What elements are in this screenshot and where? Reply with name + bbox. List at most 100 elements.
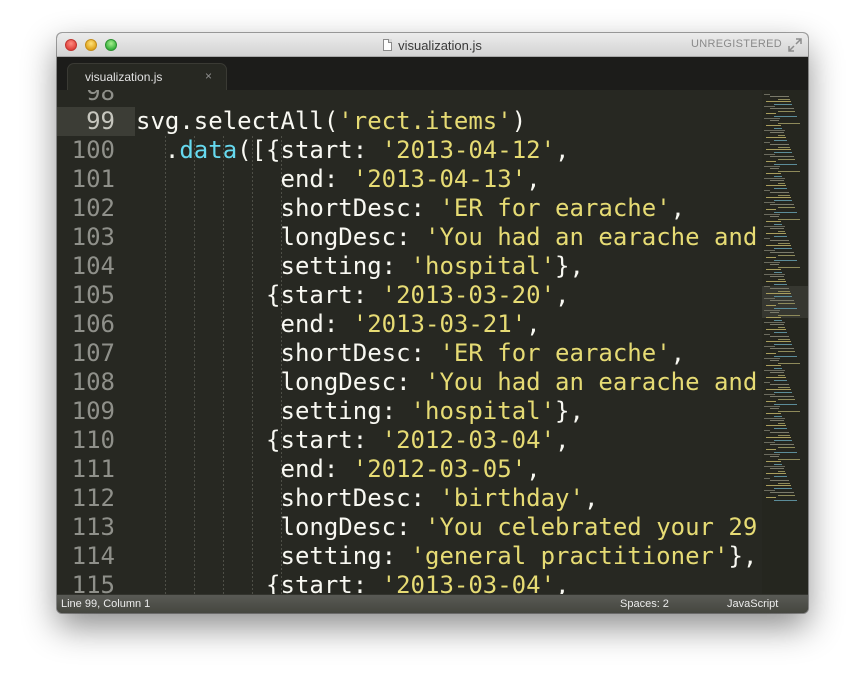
string-token: 'birthday' <box>439 484 584 512</box>
code-line[interactable]: longDesc: 'You had an earache and <box>136 223 758 252</box>
minimap-line <box>778 122 800 124</box>
code-line[interactable]: {start: '2012-03-04', <box>136 426 569 455</box>
minimap-line <box>764 454 780 455</box>
minimap-line <box>774 187 787 189</box>
minimap-line <box>778 362 800 364</box>
minimap-line <box>770 348 794 350</box>
code-line[interactable]: shortDesc: 'ER for earache', <box>136 194 686 223</box>
code-token: end: <box>280 455 353 483</box>
minimap-line <box>766 257 776 259</box>
code-editor[interactable]: 98 99 100 101 102 103 104 105 106 107 108 109 110 11… <box>57 90 808 594</box>
code-line[interactable]: svg.selectAll('rect.items') <box>136 107 526 136</box>
minimap-line <box>774 283 787 285</box>
minimap-line <box>766 389 791 391</box>
minimap-line <box>770 480 789 482</box>
code-token: end: <box>280 310 353 338</box>
code-line[interactable]: setting: 'hospital'}, <box>136 397 584 426</box>
code-line[interactable]: longDesc: 'You had an earache and <box>136 368 758 397</box>
line-number: 114 <box>71 542 115 570</box>
code-line[interactable]: {start: '2013-03-20', <box>136 281 569 310</box>
minimap-line <box>764 478 770 479</box>
minimap-line <box>770 468 784 470</box>
code-token: setting: <box>280 252 411 280</box>
tab-close-icon[interactable]: × <box>205 69 212 83</box>
minimap-line <box>770 444 794 446</box>
code-line[interactable]: setting: 'general practitioner'}, <box>136 542 758 571</box>
line-number: 115 <box>71 571 115 594</box>
code-token: longDesc: <box>280 223 425 251</box>
line-number: 109 <box>71 397 115 425</box>
minimap-line <box>764 334 770 335</box>
code-line[interactable]: shortDesc: 'birthday', <box>136 484 599 513</box>
minimap-line <box>778 182 785 184</box>
tab-bar: visualization.js × <box>57 57 808 90</box>
minimap-line <box>778 422 785 424</box>
code-line[interactable]: .data([{start: '2013-04-12', <box>136 136 570 165</box>
code-token: , <box>670 194 686 222</box>
minimap-line <box>770 276 784 278</box>
line-number: 102 <box>71 194 115 222</box>
minimap-line <box>764 466 785 467</box>
string-token: '2013-03-20' <box>381 281 556 309</box>
minimap-line <box>774 451 797 453</box>
code-token: ([{start: <box>237 136 382 164</box>
minimap-line <box>774 223 782 225</box>
indentation-setting[interactable]: Spaces: 2 <box>620 598 669 610</box>
code-token: , <box>583 484 599 512</box>
code-line[interactable]: end: '2012-03-05', <box>136 455 541 484</box>
code-token: svg.selectAll( <box>136 107 339 135</box>
minimap-line <box>770 240 789 242</box>
minimap-line <box>764 262 780 263</box>
minimap-line <box>770 144 789 146</box>
minimap[interactable] <box>762 90 808 594</box>
minimap-line <box>774 439 792 441</box>
minimap-line <box>774 199 792 201</box>
code-token: {start: <box>266 426 382 454</box>
minimap-line <box>778 134 785 136</box>
syntax-mode[interactable]: JavaScript <box>727 598 778 610</box>
minimap-line <box>774 211 797 213</box>
minimap-line <box>778 434 790 436</box>
title-bar[interactable]: visualization.js UNREGISTERED <box>57 33 808 57</box>
minimap-line <box>766 377 786 379</box>
line-number: 103 <box>71 223 115 251</box>
minimap-line <box>770 156 794 158</box>
minimap-line <box>770 264 779 266</box>
code-line[interactable]: shortDesc: 'ER for earache', <box>136 339 686 368</box>
code-area[interactable]: svg.selectAll('rect.items') .data([{star… <box>136 90 758 594</box>
line-number: 100 <box>71 136 115 164</box>
code-token: , <box>526 455 541 483</box>
minimap-line <box>764 250 775 251</box>
minimap-line <box>770 336 789 338</box>
fullscreen-icon[interactable] <box>788 38 802 52</box>
code-token: setting: <box>280 397 411 425</box>
code-line[interactable]: longDesc: 'You celebrated your 29t <box>136 513 759 542</box>
tab-visualization-js[interactable]: visualization.js × <box>67 63 227 90</box>
string-token: 'You had an earache and <box>425 223 758 251</box>
minimap-line <box>778 302 795 304</box>
minimap-line <box>774 307 797 309</box>
code-token: end: <box>280 165 353 193</box>
minimap-line <box>766 413 781 415</box>
code-line[interactable]: {start: '2013-03-04', <box>136 571 569 594</box>
code-line[interactable]: end: '2013-03-21', <box>136 310 541 339</box>
cursor-position[interactable]: Line 99, Column 1 <box>61 598 150 610</box>
minimap-line <box>774 139 787 141</box>
code-line[interactable]: end: '2013-04-13', <box>136 165 541 194</box>
minimap-line <box>770 492 794 494</box>
string-token: '2013-04-12' <box>381 136 556 164</box>
code-token: shortDesc: <box>280 484 440 512</box>
code-line[interactable]: setting: 'hospital'}, <box>136 252 584 281</box>
minimap-line <box>766 209 776 211</box>
minimap-line <box>774 319 782 321</box>
method-token: data <box>179 136 238 164</box>
minimap-line <box>770 372 784 374</box>
